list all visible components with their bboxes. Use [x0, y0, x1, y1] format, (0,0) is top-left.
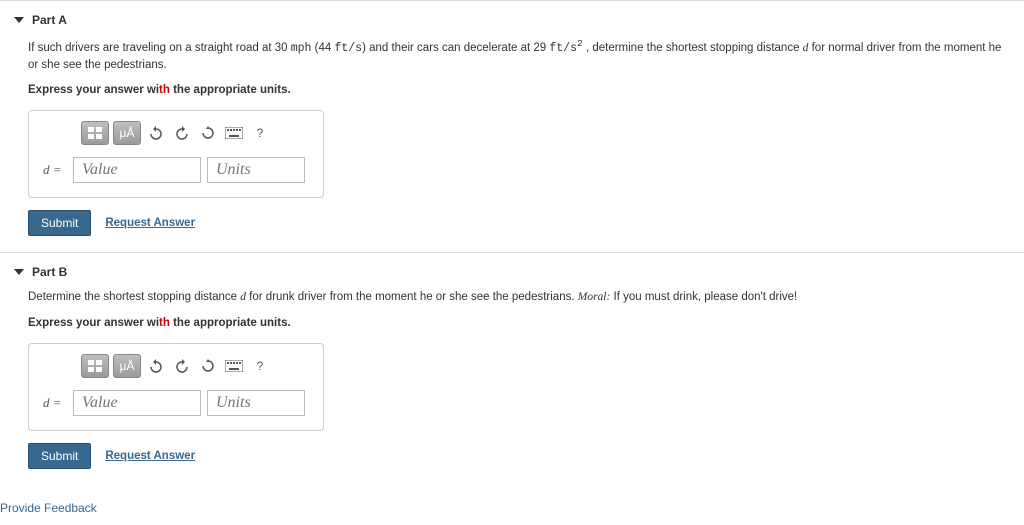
text: , determine the shortest stopping distan… — [583, 42, 803, 54]
templates-button[interactable] — [81, 121, 109, 145]
provide-feedback-link[interactable]: Provide Feedback — [0, 485, 1024, 525]
value-input[interactable] — [73, 157, 201, 183]
part-a-section: Part A If such drivers are traveling on … — [0, 0, 1024, 252]
text-highlight: th — [159, 317, 170, 329]
part-b-title: Part B — [32, 265, 67, 279]
templates-button[interactable] — [81, 354, 109, 378]
help-button[interactable]: ? — [249, 354, 271, 378]
part-b-toolbar: μÅ ? — [81, 354, 309, 378]
text: (44 — [311, 42, 334, 54]
part-b-body: Determine the shortest stopping distance… — [0, 289, 1024, 468]
submit-button[interactable]: Submit — [28, 210, 91, 236]
text: Express your answer wi — [28, 317, 159, 329]
moral-label: Moral: — [578, 291, 611, 303]
undo-button[interactable] — [145, 354, 167, 378]
part-a-question: If such drivers are traveling on a strai… — [28, 37, 1012, 74]
part-b-section: Part B Determine the shortest stopping d… — [0, 252, 1024, 484]
unit-text: ft/s — [549, 42, 577, 55]
part-a-instruction: Express your answer with the appropriate… — [28, 84, 1012, 96]
part-b-instruction: Express your answer with the appropriate… — [28, 317, 1012, 329]
units-input[interactable] — [207, 157, 305, 183]
part-a-title: Part A — [32, 13, 67, 27]
part-a-toolbar: μÅ ? — [81, 121, 309, 145]
part-a-body: If such drivers are traveling on a strai… — [0, 37, 1024, 236]
help-button[interactable]: ? — [249, 121, 271, 145]
text: If you must drink, please don't drive! — [610, 291, 797, 303]
text: Determine the shortest stopping distance — [28, 291, 240, 303]
keyboard-button[interactable] — [223, 354, 245, 378]
variable-label: d = — [43, 162, 67, 178]
text: ) and their cars can decelerate at 29 — [362, 42, 549, 54]
caret-down-icon — [14, 269, 24, 275]
part-b-question: Determine the shortest stopping distance… — [28, 289, 1012, 306]
text: Express your answer wi — [28, 84, 159, 96]
symbols-button[interactable]: μÅ — [113, 121, 141, 145]
part-a-actions: Submit Request Answer — [28, 210, 1012, 236]
value-input[interactable] — [73, 390, 201, 416]
reset-button[interactable] — [197, 121, 219, 145]
part-b-header[interactable]: Part B — [0, 265, 1024, 279]
submit-button[interactable]: Submit — [28, 443, 91, 469]
unit-text: ft/s — [334, 42, 362, 55]
part-a-answer-box: μÅ ? d = — [28, 110, 324, 198]
text: If such drivers are traveling on a strai… — [28, 42, 291, 54]
reset-button[interactable] — [197, 354, 219, 378]
symbols-button[interactable]: μÅ — [113, 354, 141, 378]
part-b-input-row: d = — [43, 390, 309, 416]
redo-button[interactable] — [171, 121, 193, 145]
text: the appropriate units. — [170, 84, 291, 96]
unit-text: mph — [291, 42, 312, 55]
part-b-answer-box: μÅ ? d = — [28, 343, 324, 431]
variable-label: d = — [43, 395, 67, 411]
units-input[interactable] — [207, 390, 305, 416]
request-answer-link[interactable]: Request Answer — [105, 217, 195, 229]
text: the appropriate units. — [170, 317, 291, 329]
undo-button[interactable] — [145, 121, 167, 145]
part-b-actions: Submit Request Answer — [28, 443, 1012, 469]
text: for drunk driver from the moment he or s… — [246, 291, 578, 303]
request-answer-link[interactable]: Request Answer — [105, 450, 195, 462]
redo-button[interactable] — [171, 354, 193, 378]
keyboard-button[interactable] — [223, 121, 245, 145]
part-a-input-row: d = — [43, 157, 309, 183]
part-a-header[interactable]: Part A — [0, 13, 1024, 27]
text-highlight: th — [159, 84, 170, 96]
caret-down-icon — [14, 17, 24, 23]
